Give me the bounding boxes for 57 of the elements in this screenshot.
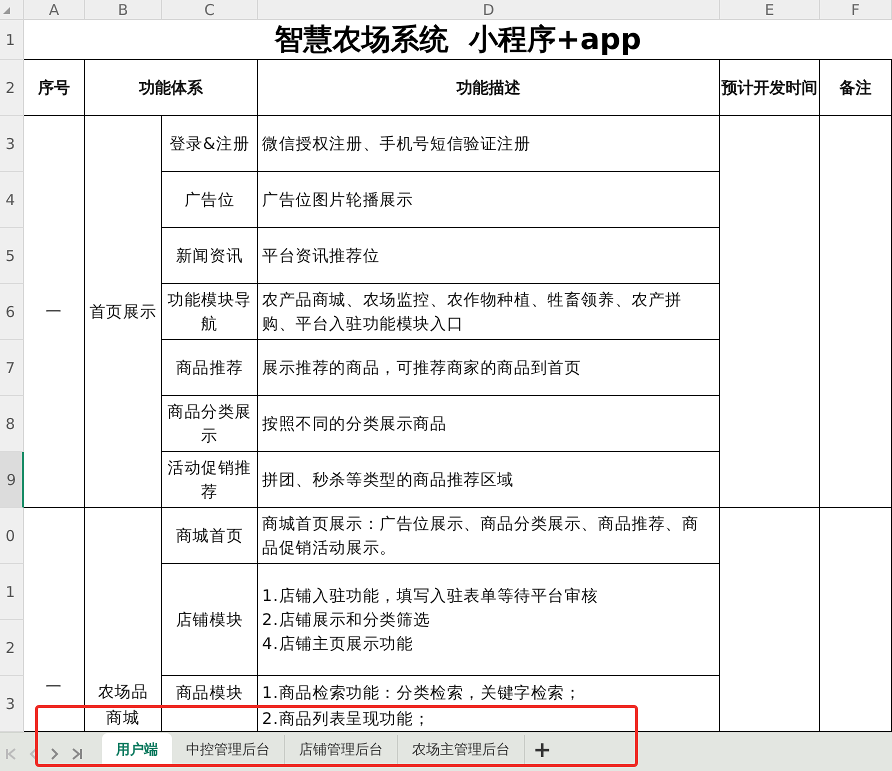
feature-cell: 新闻资讯	[162, 228, 258, 284]
description-cell: 微信授权注册、手机号短信验证注册	[258, 116, 720, 172]
header-cell: 备注	[820, 60, 892, 116]
category-cell: 农场品商城	[85, 508, 162, 732]
description-cell: 展示推荐的商品，可推荐商家的商品到首页	[258, 340, 720, 396]
row-header[interactable]: 0	[0, 508, 24, 564]
feature-cell: 活动促销推荐	[162, 452, 258, 508]
description-cell: 1.店铺入驻功能，填写入驻表单等待平台审核 2.店铺展示和分类筛选 4.店铺主页展示功能	[258, 564, 720, 676]
column-header[interactable]: D	[258, 0, 720, 20]
feature-cell: 商品推荐	[162, 340, 258, 396]
sequence-cell: 一	[24, 116, 85, 508]
row-header[interactable]: 9	[0, 452, 24, 508]
description-cell: 1.商品检索功能：分类检索，关键字检索； 2.商品列表呈现功能；	[258, 676, 720, 732]
row-header[interactable]: 4	[0, 172, 24, 228]
last-sheet-icon[interactable]	[70, 747, 84, 761]
column-header[interactable]: B	[85, 0, 162, 20]
feature-cell: 功能模块导航	[162, 284, 258, 340]
row-header[interactable]: 2	[0, 60, 24, 116]
feature-cell: 商品模块	[162, 676, 258, 732]
description-cell: 按照不同的分类展示商品	[258, 396, 720, 452]
column-header[interactable]: E	[720, 0, 820, 20]
category-cell: 首页展示	[85, 116, 162, 508]
add-sheet-button[interactable]: +	[525, 735, 560, 765]
row-header[interactable]: 6	[0, 284, 24, 340]
description-cell: 农产品商城、农场监控、农作物种植、牲畜领养、农产拼购、平台入驻功能模块入口	[258, 284, 720, 340]
description-cell: 商城首页展示：广告位展示、商品分类展示、商品推荐、商品促销活动展示。	[258, 508, 720, 564]
row-header[interactable]: 5	[0, 228, 24, 284]
description-cell: 平台资讯推荐位	[258, 228, 720, 284]
row-header[interactable]: 1	[0, 20, 24, 60]
column-header[interactable]: C	[162, 0, 258, 20]
row-header[interactable]: 8	[0, 396, 24, 452]
header-cell: 序号	[24, 60, 85, 116]
feature-cell: 广告位	[162, 172, 258, 228]
header-cell: 预计开发时间	[720, 60, 820, 116]
description-cell: 拼团、秒杀等类型的商品推荐区域	[258, 452, 720, 508]
feature-cell: 商品分类展示	[162, 396, 258, 452]
header-cell: 功能体系	[85, 60, 258, 116]
feature-cell: 商城首页	[162, 508, 258, 564]
row-header[interactable]: 3	[0, 116, 24, 172]
feature-cell: 店铺模块	[162, 564, 258, 676]
corner-triangle-icon	[3, 7, 10, 14]
column-header[interactable]: A	[24, 0, 85, 20]
first-sheet-icon[interactable]	[4, 747, 18, 761]
description-cell: 广告位图片轮播展示	[258, 172, 720, 228]
sequence-cell: 一	[24, 508, 85, 732]
row-header[interactable]: 7	[0, 340, 24, 396]
select-all-corner[interactable]	[0, 0, 24, 20]
sheet-tab[interactable]: 中控管理后台	[172, 735, 285, 765]
row-header[interactable]: 3	[0, 676, 24, 732]
feature-cell: 登录&注册	[162, 116, 258, 172]
header-cell: 功能描述	[258, 60, 720, 116]
sheet-tab[interactable]: 农场主管理后台	[398, 735, 525, 765]
sheet-tab[interactable]: 店铺管理后台	[285, 735, 398, 765]
sheet-tab[interactable]: 用户端	[102, 733, 172, 767]
row-header[interactable]: 2	[0, 620, 24, 676]
column-header[interactable]: F	[820, 0, 892, 20]
row-header[interactable]: 1	[0, 564, 24, 620]
